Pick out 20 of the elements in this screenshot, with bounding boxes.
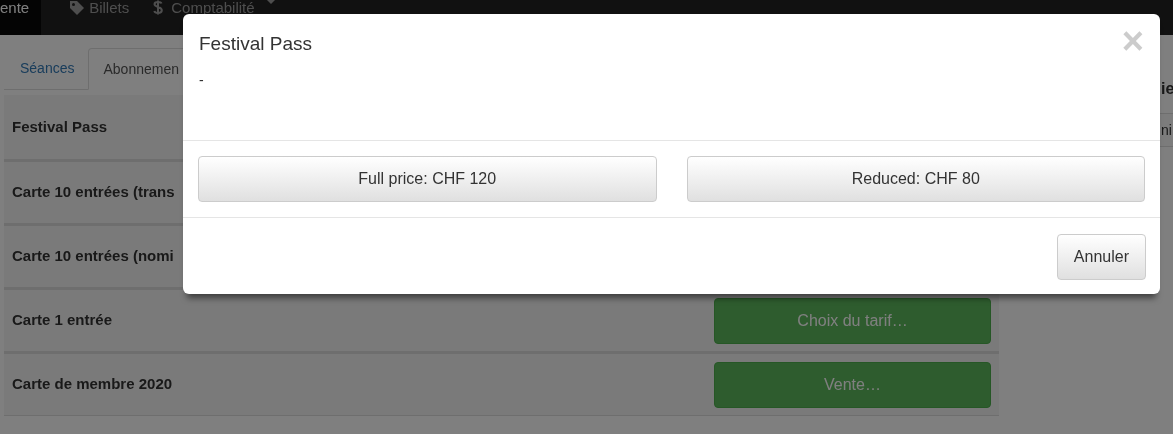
panel-heading: ie	[1161, 79, 1173, 99]
product-name: Carte 1 entrée	[11, 310, 113, 331]
product-name: Carte 10 entrées (nomi	[11, 246, 174, 267]
product-name: Carte 10 entrées (trans	[11, 182, 175, 203]
cancel-button[interactable]: Annuler	[1056, 234, 1146, 280]
action-button[interactable]: Choix du tarif…	[714, 297, 991, 344]
nav-link[interactable]: ente	[0, 0, 42, 35]
action-button[interactable]: Vente…	[714, 361, 991, 408]
dollar-icon	[153, 0, 164, 15]
tab[interactable]: Séances	[6, 48, 89, 89]
nav-link[interactable]: Comptabilité	[141, 0, 287, 35]
modal-body-text: -	[198, 71, 205, 90]
caret-icon	[266, 0, 275, 5]
close-button[interactable]: ×	[1121, 22, 1144, 60]
nav-link[interactable]: Billets	[57, 0, 142, 35]
price-button[interactable]: Full price: CHF 120	[198, 156, 657, 202]
product-name: Carte de membre 2020	[11, 374, 173, 395]
panel-row-text: ni	[1161, 120, 1172, 140]
product-name: Festival Pass	[11, 116, 108, 137]
price-button[interactable]: Reduced: CHF 80	[686, 156, 1145, 202]
